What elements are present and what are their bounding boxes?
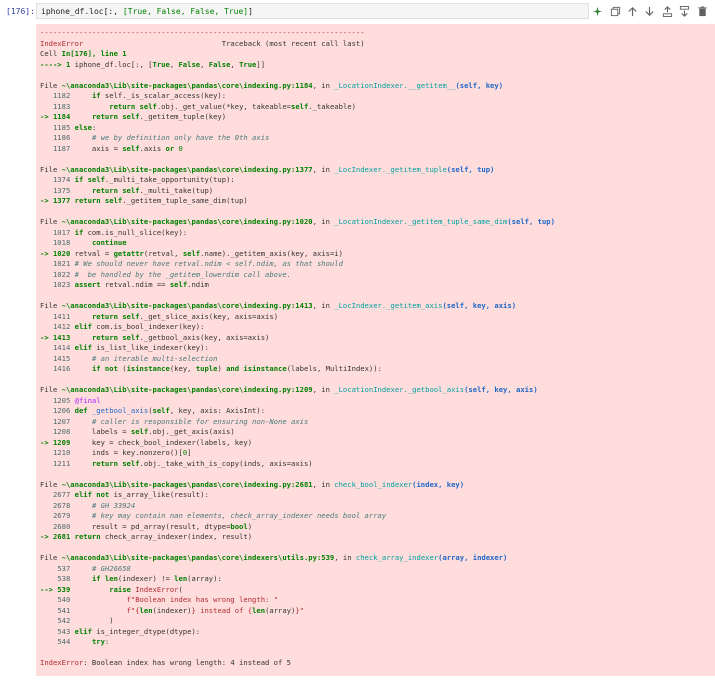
traceback-line: 537 # GH26658 bbox=[57, 563, 131, 573]
traceback-line: 1411 return self._get_slice_axis(key, ax… bbox=[52, 311, 279, 321]
traceback-line bbox=[40, 648, 711, 659]
code-input[interactable]: iphone_df.loc[:, [True, False, False, Tr… bbox=[36, 3, 589, 19]
traceback-line: -> 1377 return self._getitem_tuple_same_… bbox=[40, 196, 248, 205]
traceback-line: 1023 assert retval.ndim == self.ndim bbox=[52, 280, 209, 289]
traceback-line: 2679 # key may contain nan elements, che… bbox=[52, 511, 387, 520]
traceback-line bbox=[40, 469, 711, 480]
traceback-line: 542 ) bbox=[57, 616, 114, 625]
delete-icon[interactable] bbox=[696, 5, 708, 17]
traceback-line: 1205 @final bbox=[52, 395, 101, 405]
sparkle-icon[interactable] bbox=[592, 5, 604, 17]
traceback-line: File ~\anaconda3\Lib\site-packages\panda… bbox=[40, 385, 538, 394]
traceback-line: 1021 # We should never have retval.ndim … bbox=[52, 259, 343, 268]
traceback-line: 2677 elif not is_array_like(result): bbox=[52, 490, 209, 499]
traceback-line: 2680 result = pd_array(result, dtype=boo… bbox=[52, 521, 253, 531]
traceback-line: File ~\anaconda3\Lib\site-packages\panda… bbox=[40, 164, 495, 174]
traceback-line: 1206 def _getbool_axis(self, key, axis: … bbox=[52, 406, 266, 415]
traceback-line: 541 f"{len(indexer)} instead of {len(arr… bbox=[57, 605, 305, 615]
traceback-line: 1414 elif is_list_like_indexer(key): bbox=[52, 343, 209, 352]
traceback-line: ----> 1 iphone_df.loc[:, [True, False, F… bbox=[40, 59, 266, 69]
traceback-line: 1018 continue bbox=[52, 238, 127, 247]
traceback-line bbox=[40, 154, 711, 165]
traceback-line: --> 539 raise IndexError( bbox=[40, 584, 183, 594]
traceback-line: 1022 # be handled by the _getitem_lowerd… bbox=[52, 269, 291, 279]
traceback-line: File ~\anaconda3\Lib\site-packages\panda… bbox=[40, 80, 504, 90]
traceback-line: -> 1209 key = check_bool_indexer(labels,… bbox=[40, 437, 253, 447]
traceback-line: File ~\anaconda3\Lib\site-packages\panda… bbox=[40, 301, 517, 310]
traceback-line: 1183 return self.obj._get_value(*key, ta… bbox=[52, 101, 356, 111]
traceback-line: -> 2681 return check_array_indexer(index… bbox=[40, 532, 253, 541]
execution-count: [176]: bbox=[6, 7, 35, 16]
traceback-line: 1211 return self.obj._take_with_is_copy(… bbox=[52, 458, 313, 468]
traceback-line: Cell In[176], line 1 bbox=[40, 49, 127, 58]
traceback-line: 1187 axis = self.axis or 0 bbox=[52, 143, 183, 153]
cell-toolbar bbox=[589, 3, 711, 19]
code-args: [True, False, False, True] bbox=[122, 7, 249, 16]
traceback-line: 1210 inds = key.nonzero()[0] bbox=[52, 448, 192, 457]
insert-below-icon[interactable] bbox=[679, 5, 691, 17]
traceback-line: -> 1020 retval = getattr(retval, self.na… bbox=[40, 248, 343, 258]
traceback-line: 540 f"Boolean index has wrong length: " bbox=[57, 595, 279, 604]
traceback-line: 1374 if self._multi_take_opportunity(tup… bbox=[52, 175, 235, 184]
traceback-line: 1185 else: bbox=[52, 122, 97, 132]
code-prefix: iphone_df.loc[:, bbox=[41, 7, 123, 16]
traceback-line: 1017 if com.is_null_slice(key): bbox=[52, 227, 188, 237]
traceback-line: File ~\anaconda3\Lib\site-packages\panda… bbox=[40, 479, 465, 489]
move-down-icon[interactable] bbox=[644, 5, 656, 17]
traceback-line: 1182 if self._is_scalar_access(key): bbox=[52, 91, 227, 100]
traceback-line: 1415 # an iterable multi-selection bbox=[52, 353, 218, 363]
traceback-line bbox=[40, 543, 711, 554]
traceback-line: 2678 # GH 33924 bbox=[52, 500, 136, 510]
code-line: iphone_df.loc[:, [True, False, False, Tr… bbox=[41, 7, 253, 17]
error-output: ----------------------------------------… bbox=[36, 24, 715, 676]
traceback-line bbox=[40, 291, 711, 302]
traceback-line bbox=[40, 70, 711, 81]
traceback-line: -> 1184 return self._getitem_tuple(key) bbox=[40, 112, 227, 121]
traceback-line: 544 try: bbox=[57, 637, 110, 646]
traceback-line: ----------------------------------------… bbox=[40, 28, 365, 37]
traceback-text: ----------------------------------------… bbox=[40, 28, 711, 669]
notebook-cell[interactable]: [176]: iphone_df.loc[:, [True, False, Fa… bbox=[0, 0, 715, 689]
traceback-line: IndexError Traceback (most recent call l… bbox=[40, 38, 365, 48]
traceback-line: IndexError: Boolean index has wrong leng… bbox=[40, 658, 291, 667]
traceback-line: 538 if len(indexer) != len(array): bbox=[57, 574, 222, 583]
traceback-line: 1186 # we by definition only have the 0t… bbox=[52, 133, 270, 142]
copy-icon[interactable] bbox=[609, 5, 621, 17]
traceback-line bbox=[40, 207, 711, 218]
traceback-line: 1416 if not (isinstance(key, tuple) and … bbox=[52, 364, 382, 373]
traceback-line: 1207 # caller is responsible for ensurin… bbox=[52, 416, 309, 426]
traceback-line: 543 elif is_integer_dtype(dtype): bbox=[57, 626, 201, 636]
traceback-line: -> 1413 return self._getbool_axis(key, a… bbox=[40, 332, 270, 342]
move-up-icon[interactable] bbox=[627, 5, 639, 17]
traceback-line: 1412 elif com.is_bool_indexer(key): bbox=[52, 322, 205, 331]
traceback-line: 1375 return self._multi_take(tup) bbox=[52, 185, 214, 195]
traceback-line: File ~\anaconda3\Lib\site-packages\panda… bbox=[40, 217, 555, 226]
traceback-line bbox=[40, 375, 711, 386]
code-suffix: ] bbox=[248, 7, 253, 16]
traceback-line: 1208 labels = self.obj._get_axis(axis) bbox=[52, 427, 235, 436]
insert-above-icon[interactable] bbox=[661, 5, 673, 17]
traceback-line: File ~\anaconda3\Lib\site-packages\panda… bbox=[40, 553, 508, 562]
